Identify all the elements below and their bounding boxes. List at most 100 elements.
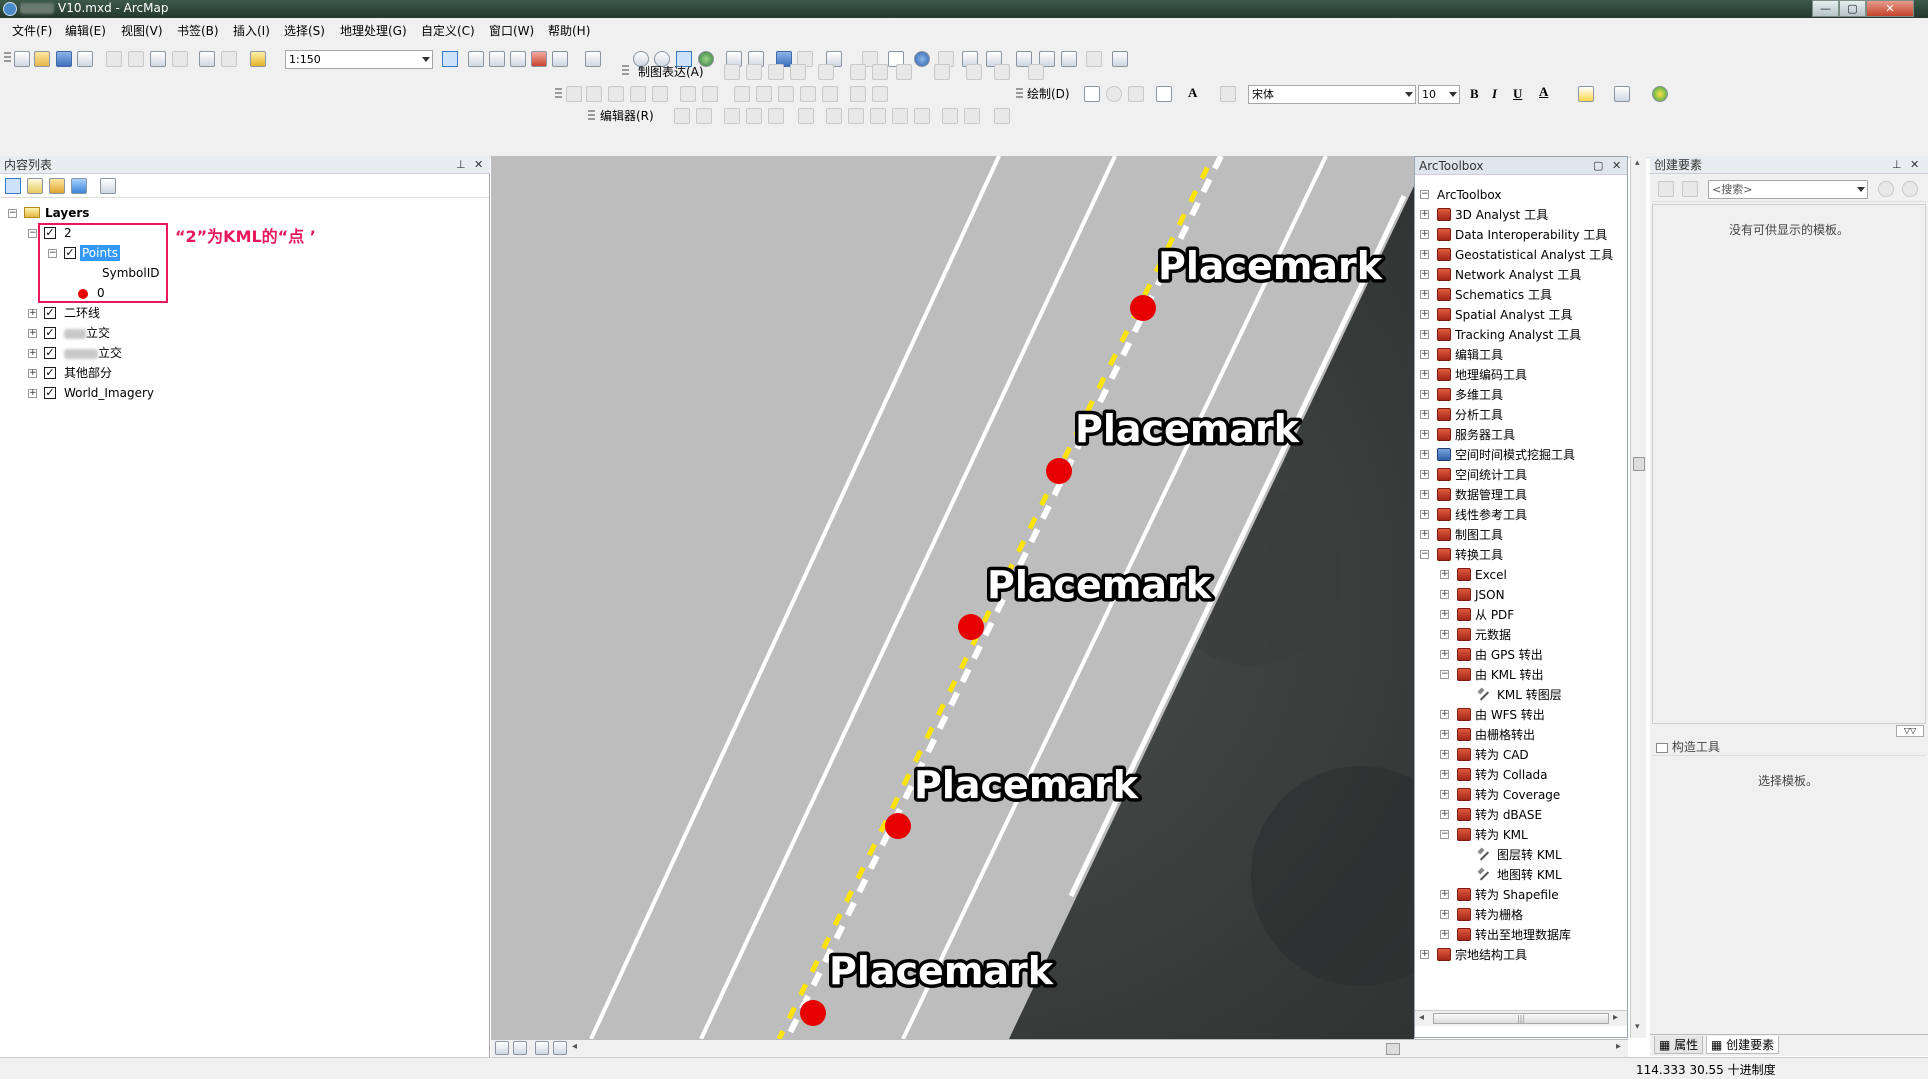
expand-icon[interactable]: + [1420,430,1429,439]
toc-options-icon[interactable] [100,178,116,194]
expand-icon[interactable]: + [1420,530,1429,539]
list-by-visibility-icon[interactable] [49,178,65,194]
toolbox-item[interactable]: + 服务器工具 [1415,425,1625,445]
undo-icon[interactable] [199,51,215,67]
toolbox-item[interactable]: + 多维工具 [1415,385,1625,405]
select-elements-icon[interactable] [1084,86,1100,102]
minimize-button[interactable]: — [1812,0,1839,17]
new-document-icon[interactable] [14,51,30,67]
layer-visibility-checkbox[interactable]: ✓ [44,367,56,379]
toolbox-item[interactable]: 地图转 KML [1415,865,1625,885]
expand-icon[interactable]: + [1440,890,1449,899]
toolbox-item[interactable]: + Excel [1415,565,1625,585]
expand-icon[interactable]: + [1440,730,1449,739]
toolbox-item[interactable]: + Schematics 工具 [1415,285,1625,305]
print-icon[interactable] [77,51,93,67]
collapse-icon[interactable]: − [1440,670,1449,679]
toolbox-item[interactable]: + 转为栅格 [1415,905,1625,925]
layout-view-icon[interactable] [513,1041,527,1055]
pin-icon[interactable]: ⊥ [1892,156,1902,174]
toolbox-item[interactable]: KML 转图层 [1415,685,1625,705]
expand-icon[interactable]: + [1440,750,1449,759]
line-color-icon[interactable] [1614,86,1630,102]
toolbox-item[interactable]: + Network Analyst 工具 [1415,265,1625,285]
placemark-point[interactable] [885,813,911,839]
model-builder-icon[interactable] [585,51,601,67]
layer-visibility-checkbox[interactable]: ✓ [44,307,56,319]
list-by-selection-icon[interactable] [71,178,87,194]
expand-icon[interactable]: + [1440,910,1449,919]
toolbox-item[interactable]: + Data Interoperability 工具 [1415,225,1625,245]
list-by-drawing-order-icon[interactable] [5,178,21,194]
horizontal-scroll-thumb[interactable]: ||| [1433,1013,1609,1024]
map-scale-combo[interactable]: 1:150 [285,50,433,69]
expand-icon[interactable]: + [28,349,37,358]
toolbox-item[interactable]: + 转出至地理数据库 [1415,925,1625,945]
arctoolbox-icon[interactable] [531,51,547,67]
toc-root-layers[interactable]: − Layers [0,204,300,222]
toolbox-item[interactable]: + 转为 Collada [1415,765,1625,785]
menu-insert[interactable]: 插入(I) [233,22,270,39]
editor-toolbar-icon[interactable] [442,51,458,67]
new-text-icon[interactable]: A [1188,85,1197,101]
expand-icon[interactable]: + [1420,350,1429,359]
expand-icon[interactable]: + [28,389,37,398]
placemark-point[interactable] [1130,295,1156,321]
toolbox-item[interactable]: + 由 WFS 转出 [1415,705,1625,725]
close-window-button[interactable]: ✕ [1866,0,1914,17]
expand-icon[interactable]: + [1440,590,1449,599]
expand-icon[interactable]: + [1420,290,1429,299]
scroll-down-icon[interactable]: ▾ [1635,1022,1640,1032]
fill-color-icon[interactable] [1578,86,1594,102]
expand-icon[interactable]: + [1420,510,1429,519]
catalog-icon[interactable] [489,51,505,67]
expand-icon[interactable]: + [1420,490,1429,499]
arcmap-app-icon[interactable] [3,2,17,16]
draw-menu[interactable]: 绘制(D) [1027,86,1070,102]
toolbar-grip[interactable] [622,65,629,77]
restore-icon[interactable]: ▢ [1593,157,1603,175]
toolbox-item[interactable]: − 转换工具 [1415,545,1625,565]
collapse-icon[interactable]: − [1420,190,1429,199]
scroll-left-icon[interactable]: ◂ [1419,1012,1424,1023]
create-viewer-window-icon[interactable] [1112,51,1128,67]
menu-view[interactable]: 视图(V) [121,22,163,39]
marker-color-icon[interactable] [1652,86,1668,102]
cartographic-representation-menu[interactable]: 制图表达(A) [638,64,704,80]
paste-icon[interactable] [150,51,166,67]
map-vertical-scrollbar[interactable]: ▴ ▾ [1630,156,1646,1038]
menu-help[interactable]: 帮助(H) [548,22,590,39]
editor-menu[interactable]: 编辑器(R) [600,108,654,124]
toolbox-item[interactable]: + 由栅格转出 [1415,725,1625,745]
pin-icon[interactable]: ⊥ [456,156,466,174]
menu-file[interactable]: 文件(F) [12,22,52,39]
toolbox-item[interactable]: + 空间统计工具 [1415,465,1625,485]
layer-visibility-checkbox[interactable]: ✓ [44,387,56,399]
italic-button[interactable]: I [1492,86,1497,102]
scroll-left-icon[interactable]: ◂ [572,1041,577,1052]
toc-layer-other[interactable]: + ✓ 其他部分 [0,364,300,382]
toolbox-item[interactable]: + 转为 dBASE [1415,805,1625,825]
expand-icon[interactable]: + [1420,470,1429,479]
toc-layer-interchange-2[interactable]: + ✓ 立交 [0,344,300,362]
go-to-xy-icon[interactable] [1061,51,1077,67]
maximize-button[interactable]: ▢ [1839,0,1866,17]
expand-icon[interactable]: + [1420,390,1429,399]
expand-icon[interactable]: + [28,309,37,318]
save-icon[interactable] [56,51,72,67]
tab-properties[interactable]: ▦ 属性 [1654,1036,1704,1054]
toolbox-item[interactable]: 图层转 KML [1415,845,1625,865]
toolbox-item[interactable]: + 制图工具 [1415,525,1625,545]
toc-layer-ring-road[interactable]: + ✓ 二环线 [0,304,300,322]
data-view-icon[interactable] [495,1041,509,1055]
toolbox-item[interactable]: + 转为 CAD [1415,745,1625,765]
font-name-combo[interactable]: 宋体 [1248,85,1416,104]
toolbox-item[interactable]: + 由 GPS 转出 [1415,645,1625,665]
horizontal-scroll-thumb[interactable] [1386,1043,1400,1055]
expand-icon[interactable]: + [1440,770,1449,779]
scroll-up-icon[interactable]: ▴ [1635,158,1640,168]
menu-geoprocessing[interactable]: 地理处理(G) [340,22,407,39]
collapse-icon[interactable]: − [8,209,17,218]
toolbox-item[interactable]: + Tracking Analyst 工具 [1415,325,1625,345]
expand-icon[interactable]: + [1440,650,1449,659]
